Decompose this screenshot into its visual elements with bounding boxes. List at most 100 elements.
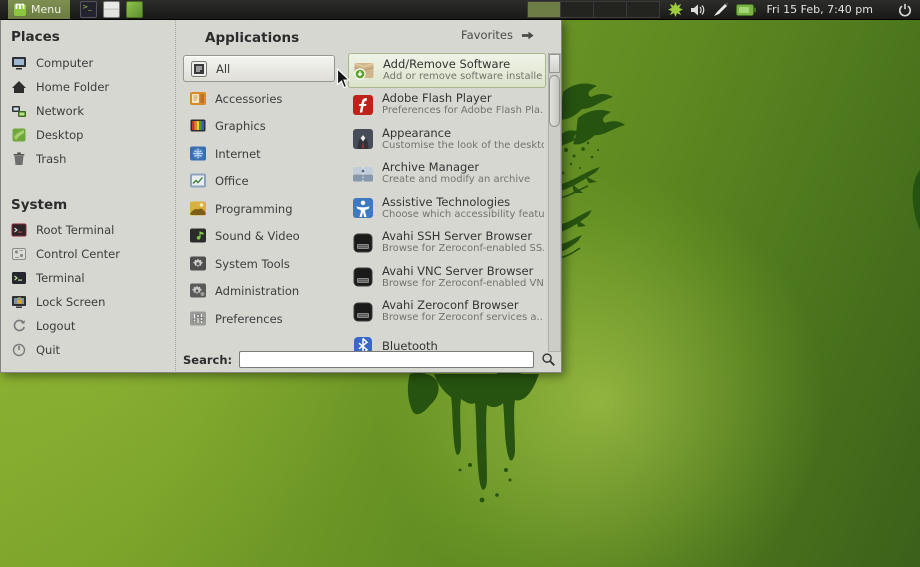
menu-logo-icon <box>14 4 26 16</box>
avahi-ssh-icon <box>351 231 375 255</box>
sidebar-item-root-terminal[interactable]: Root Terminal <box>11 218 175 242</box>
app-list-scrollbar[interactable] <box>548 53 561 352</box>
app-list: Add/Remove Software Add or remove softwa… <box>348 53 546 352</box>
search-bar: Search: <box>183 350 556 369</box>
app-name: Adobe Flash Player <box>382 92 544 105</box>
appearance-icon <box>351 127 375 151</box>
sidebar-item-desktop[interactable]: Desktop <box>11 123 175 147</box>
category-administration[interactable]: Administration <box>177 278 345 306</box>
terminal-icon <box>11 270 27 286</box>
category-preferences[interactable]: Preferences <box>177 305 345 333</box>
category-sound-video[interactable]: Sound & Video <box>177 223 345 251</box>
category-all[interactable]: All <box>183 55 335 82</box>
app-name: Add/Remove Software <box>383 58 543 71</box>
app-description: Create and modify an archive <box>382 174 530 186</box>
scrollbar-thumb[interactable] <box>549 75 560 127</box>
accessories-icon <box>189 90 207 108</box>
sound-video-icon <box>189 227 207 245</box>
app-item-bluetooth[interactable]: Bluetooth <box>348 329 546 352</box>
category-label: Administration <box>215 284 299 298</box>
category-programming[interactable]: Programming <box>177 195 345 223</box>
app-item-adobe-flash-player[interactable]: Adobe Flash Player Preferences for Adobe… <box>348 88 546 123</box>
quick-launchers <box>80 1 143 18</box>
favorites-arrow-icon <box>520 29 535 42</box>
menu-button[interactable]: Menu <box>8 0 70 19</box>
sidebar-item-lock-screen[interactable]: Lock Screen <box>11 290 175 314</box>
preferences-icon <box>189 310 207 328</box>
sidebar-item-label: Control Center <box>36 247 120 261</box>
clock[interactable]: Fri 15 Feb, 7:40 pm <box>767 3 873 16</box>
app-item-add-remove-software[interactable]: Add/Remove Software Add or remove softwa… <box>348 53 546 88</box>
internet-icon <box>189 145 207 163</box>
top-panel: Menu <box>0 0 920 20</box>
app-item-avahi-vnc-server-browser[interactable]: Avahi VNC Server Browser Browse for Zero… <box>348 260 546 295</box>
root-terminal-icon <box>11 222 27 238</box>
assistive-technologies-icon <box>351 196 375 220</box>
places-title: Places <box>11 29 175 45</box>
app-item-appearance[interactable]: Appearance Customise the look of the des… <box>348 122 546 157</box>
sidebar-item-home-folder[interactable]: Home Folder <box>11 75 175 99</box>
favorites-button[interactable]: Favorites <box>461 28 535 42</box>
network-icon <box>11 103 27 119</box>
power-icon[interactable] <box>898 3 912 17</box>
file-manager-launcher-icon[interactable] <box>103 1 120 18</box>
workspace-1[interactable] <box>528 2 561 17</box>
app-item-archive-manager[interactable]: Archive Manager Create and modify an arc… <box>348 157 546 192</box>
places-system-column: Places Computer Home Folder Network Desk… <box>1 19 176 371</box>
sidebar-item-trash[interactable]: Trash <box>11 147 175 171</box>
category-label: System Tools <box>215 257 290 271</box>
updates-icon[interactable] <box>668 2 683 17</box>
system-title: System <box>11 197 175 213</box>
volume-icon[interactable] <box>690 3 706 17</box>
mint-menu: Places Computer Home Folder Network Desk… <box>0 19 562 373</box>
archive-manager-icon <box>351 162 375 186</box>
home-icon <box>11 79 27 95</box>
sidebar-item-label: Logout <box>36 319 75 333</box>
workspace-4[interactable] <box>627 2 659 17</box>
app-description: Choose which accessibility featu... <box>382 209 544 221</box>
app-item-avahi-zeroconf-browser[interactable]: Avahi Zeroconf Browser Browse for Zeroco… <box>348 295 546 330</box>
category-accessories[interactable]: Accessories <box>177 85 345 113</box>
category-label: Internet <box>215 147 261 161</box>
sidebar-item-label: Root Terminal <box>36 223 114 237</box>
app-name: Archive Manager <box>382 161 530 174</box>
sidebar-item-control-center[interactable]: Control Center <box>11 242 175 266</box>
category-label: Sound & Video <box>215 229 300 243</box>
sidebar-item-terminal[interactable]: Terminal <box>11 266 175 290</box>
office-icon <box>189 172 207 190</box>
sidebar-item-label: Terminal <box>36 271 85 285</box>
app-item-assistive-technologies[interactable]: Assistive Technologies Choose which acce… <box>348 191 546 226</box>
battery-icon[interactable] <box>736 4 756 16</box>
desktop-icon <box>11 127 27 143</box>
flash-player-icon <box>351 93 375 117</box>
stylus-icon[interactable] <box>713 2 729 17</box>
scrollbar-up-button[interactable] <box>549 54 560 73</box>
category-internet[interactable]: Internet <box>177 140 345 168</box>
sidebar-item-label: Quit <box>36 343 60 357</box>
search-input[interactable] <box>239 351 534 368</box>
sidebar-item-computer[interactable]: Computer <box>11 51 175 75</box>
workspace-3[interactable] <box>594 2 627 17</box>
category-office[interactable]: Office <box>177 168 345 196</box>
sidebar-item-quit[interactable]: Quit <box>11 338 175 362</box>
desktop: Menu <box>0 0 920 567</box>
quit-icon <box>11 342 27 358</box>
category-label: All <box>216 62 230 76</box>
category-system-tools[interactable]: System Tools <box>177 250 345 278</box>
app-item-avahi-ssh-server-browser[interactable]: Avahi SSH Server Browser Browse for Zero… <box>348 226 546 261</box>
sidebar-item-network[interactable]: Network <box>11 99 175 123</box>
control-center-icon <box>11 246 27 262</box>
system-tray: Fri 15 Feb, 7:40 pm <box>668 2 920 17</box>
terminal-launcher-icon[interactable] <box>80 1 97 18</box>
workspace-2[interactable] <box>561 2 594 17</box>
category-graphics[interactable]: Graphics <box>177 113 345 141</box>
menu-button-label: Menu <box>31 3 61 16</box>
app-description: Customise the look of the desktop <box>382 140 544 152</box>
sidebar-item-logout[interactable]: Logout <box>11 314 175 338</box>
search-button[interactable] <box>541 352 556 367</box>
app-description: Add or remove software installe... <box>383 71 543 83</box>
sidebar-item-label: Lock Screen <box>36 295 105 309</box>
administration-icon <box>189 282 207 300</box>
mouse-cursor <box>336 68 351 90</box>
text-editor-launcher-icon[interactable] <box>126 1 143 18</box>
